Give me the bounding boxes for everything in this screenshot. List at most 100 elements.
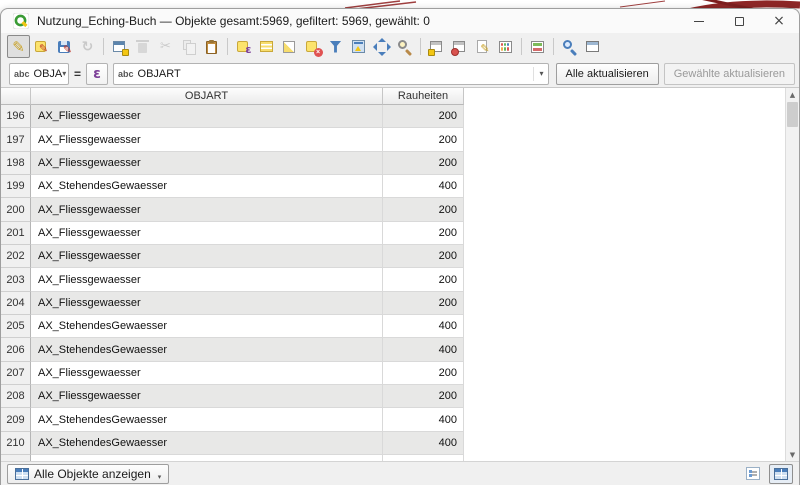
move-top-icon — [350, 38, 368, 56]
zoom-to-selection-button[interactable] — [393, 35, 416, 58]
rauheiten-cell[interactable]: 200 — [383, 222, 464, 245]
add-feature-icon — [111, 38, 129, 56]
field-calculator-button[interactable] — [494, 35, 517, 58]
toggle-editing-button[interactable]: ✎ — [7, 35, 30, 58]
objart-cell[interactable]: AX_Fliessgewaesser — [31, 128, 383, 151]
objart-cell[interactable]: AX_StehendesGewaesser — [31, 408, 383, 431]
toggle-multiedit-button[interactable]: ✎ — [30, 35, 53, 58]
row-number-cell[interactable]: 201 — [1, 222, 31, 245]
row-number-cell[interactable]: 205 — [1, 315, 31, 338]
rauheiten-cell[interactable]: 200 — [383, 268, 464, 291]
rauheiten-cell[interactable]: 200 — [383, 198, 464, 221]
objart-cell[interactable]: AX_Fliessgewaesser — [31, 385, 383, 408]
rauheiten-cell[interactable]: 200 — [383, 245, 464, 268]
row-number-cell[interactable]: 198 — [1, 152, 31, 175]
row-number-cell[interactable]: 210 — [1, 432, 31, 455]
select-all-button[interactable] — [255, 35, 278, 58]
scroll-down-arrow-icon[interactable]: ▼ — [786, 448, 799, 461]
delete-selected-button[interactable] — [131, 35, 154, 58]
row-number-cell[interactable]: 206 — [1, 338, 31, 361]
form-view-button[interactable] — [741, 464, 765, 484]
rauheiten-cell[interactable]: 200 — [383, 385, 464, 408]
row-number-cell[interactable]: 209 — [1, 408, 31, 431]
row-number-cell[interactable]: 207 — [1, 362, 31, 385]
row-number-cell[interactable]: 196 — [1, 105, 31, 128]
minimize-button[interactable] — [679, 9, 719, 33]
rauheiten-cell[interactable]: 200 — [383, 292, 464, 315]
rauheiten-cell[interactable]: 200 — [383, 105, 464, 128]
search-features-button[interactable] — [558, 35, 581, 58]
rauheiten-cell[interactable]: 200 — [383, 128, 464, 151]
add-feature-button[interactable] — [108, 35, 131, 58]
column-header-objart[interactable]: OBJART — [31, 88, 383, 105]
pencil-icon: ✎ — [10, 38, 28, 56]
show-all-features-button[interactable]: Alle Objekte anzeigen ▾ — [7, 464, 169, 484]
row-number-cell[interactable]: 199 — [1, 175, 31, 198]
objart-cell[interactable]: AX_Fliessgewaesser — [31, 105, 383, 128]
update-all-button[interactable]: Alle aktualisieren — [556, 63, 659, 85]
invert-selection-button[interactable] — [278, 35, 301, 58]
expression-builder-button[interactable]: ε — [86, 63, 108, 85]
row-number-cell[interactable]: 203 — [1, 268, 31, 291]
objart-cell[interactable]: AX_StehendesGewaesser — [31, 338, 383, 361]
objart-cell[interactable]: AX_StehendesGewaesser — [31, 432, 383, 455]
objart-cell[interactable]: AX_Fliessgewaesser — [31, 268, 383, 291]
edit-field-button[interactable]: ✎ — [471, 35, 494, 58]
scissors-icon: ✂ — [157, 38, 175, 56]
row-number-cell[interactable]: 197 — [1, 128, 31, 151]
objart-cell[interactable]: AX_Fliessgewaesser — [31, 222, 383, 245]
deselect-all-button[interactable]: × — [301, 35, 324, 58]
move-selection-to-top-button[interactable] — [347, 35, 370, 58]
row-filler — [464, 222, 785, 245]
select-by-expression-button[interactable]: ε — [232, 35, 255, 58]
search-icon — [561, 38, 579, 56]
save-edits-button[interactable]: ✎ — [53, 35, 76, 58]
objart-cell[interactable]: AX_StehendesGewaesser — [31, 315, 383, 338]
rauheiten-cell[interactable]: 200 — [383, 152, 464, 175]
reload-table-button[interactable]: ↻ — [76, 35, 99, 58]
new-field-button[interactable] — [425, 35, 448, 58]
rauheiten-cell[interactable]: 400 — [383, 432, 464, 455]
column-header-rauheiten[interactable]: Rauheiten — [383, 88, 464, 105]
dock-attribute-table-button[interactable] — [581, 35, 604, 58]
titlebar: Nutzung_Eching-Buch — Objekte gesamt:596… — [1, 9, 799, 33]
filter-by-form-button[interactable] — [324, 35, 347, 58]
objart-cell[interactable]: AX_StehendesGewaesser — [31, 175, 383, 198]
maximize-button[interactable] — [719, 9, 759, 33]
toolbar-separator — [553, 38, 554, 55]
row-number-cell[interactable]: 204 — [1, 292, 31, 315]
objart-cell[interactable]: AX_Fliessgewaesser — [31, 245, 383, 268]
table-view-button[interactable] — [769, 464, 793, 484]
objart-cell[interactable]: AX_Fliessgewaesser — [31, 292, 383, 315]
objart-cell[interactable]: AX_Fliessgewaesser — [31, 362, 383, 385]
select-all-icon — [258, 38, 276, 56]
row-number-cell[interactable]: 202 — [1, 245, 31, 268]
objart-cell[interactable]: AX_Fliessgewaesser — [31, 198, 383, 221]
rauheiten-cell[interactable]: 400 — [383, 338, 464, 361]
field-selector-combo[interactable]: abc OBJA ▾ — [9, 63, 69, 85]
expression-input[interactable]: abc OBJART ▾ — [113, 63, 549, 85]
row-filler — [464, 152, 785, 175]
rauheiten-cell[interactable]: 400 — [383, 408, 464, 431]
zoom-selection-icon — [396, 38, 414, 56]
cut-features-button[interactable]: ✂ — [154, 35, 177, 58]
rauheiten-cell[interactable]: 400 — [383, 315, 464, 338]
funnel-icon — [327, 38, 345, 56]
objart-cell[interactable]: AX_Fliessgewaesser — [31, 152, 383, 175]
scroll-up-arrow-icon[interactable]: ▲ — [786, 88, 799, 101]
paste-features-button[interactable] — [200, 35, 223, 58]
row-number-header[interactable] — [1, 88, 31, 105]
copy-features-button[interactable] — [177, 35, 200, 58]
rauheiten-cell[interactable]: 400 — [383, 175, 464, 198]
header-filler — [464, 88, 785, 105]
row-filler — [464, 105, 785, 128]
close-button[interactable]: × — [759, 9, 799, 33]
vertical-scrollbar[interactable]: ▲ ▼ — [785, 88, 799, 461]
pan-to-selection-button[interactable] — [370, 35, 393, 58]
row-number-cell[interactable]: 208 — [1, 385, 31, 408]
conditional-formatting-button[interactable] — [526, 35, 549, 58]
delete-field-button[interactable] — [448, 35, 471, 58]
row-number-cell[interactable]: 200 — [1, 198, 31, 221]
rauheiten-cell[interactable]: 200 — [383, 362, 464, 385]
scrollbar-thumb[interactable] — [787, 102, 798, 127]
